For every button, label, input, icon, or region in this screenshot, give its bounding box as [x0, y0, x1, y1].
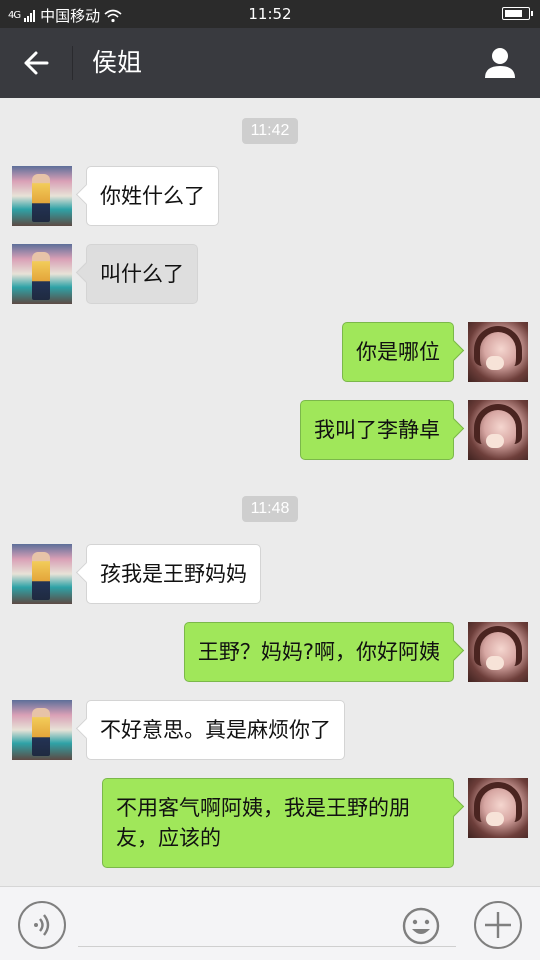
outgoing-message[interactable]: 我叫了李静卓: [300, 400, 454, 460]
outgoing-message[interactable]: 不用客气啊阿姨，我是王野的朋友，应该的: [102, 778, 454, 868]
contact-avatar[interactable]: [12, 700, 72, 760]
plus-icon: [485, 912, 511, 938]
my-avatar[interactable]: [468, 778, 528, 838]
back-button[interactable]: [16, 46, 56, 80]
contact-avatar[interactable]: [12, 244, 72, 304]
my-avatar[interactable]: [468, 400, 528, 460]
chat-info-button[interactable]: [482, 44, 518, 80]
incoming-message[interactable]: 叫什么了: [86, 244, 198, 304]
chat-title: 侯姐: [92, 48, 143, 77]
person-icon: [485, 48, 515, 78]
voice-button[interactable]: [18, 901, 66, 949]
arrow-left-icon: [24, 51, 49, 75]
my-avatar[interactable]: [468, 622, 528, 682]
contact-avatar[interactable]: [12, 166, 72, 226]
emoji-button[interactable]: [402, 907, 440, 945]
chat-header: 侯姐: [0, 28, 540, 98]
smiley-icon: [402, 907, 440, 945]
message-list[interactable]: 11:42 你姓什么了 叫什么了 你是哪位 我叫了李静卓 11:48 孩我是王野…: [0, 98, 540, 886]
voice-icon: [34, 914, 50, 936]
status-time: 11:52: [248, 5, 292, 23]
contact-avatar[interactable]: [12, 544, 72, 604]
outgoing-message[interactable]: 王野？妈妈?啊，你好阿姨: [183, 622, 454, 682]
input-bar: [0, 886, 540, 960]
header-divider: [72, 46, 73, 80]
incoming-message[interactable]: 不好意思。真是麻烦你了: [86, 700, 345, 760]
timestamp: 11:42: [0, 118, 540, 144]
timestamp: 11:48: [0, 496, 540, 522]
incoming-message[interactable]: 你姓什么了: [86, 166, 219, 226]
outgoing-message[interactable]: 你是哪位: [342, 322, 454, 382]
status-bar: 4G 中国移动 11:52: [0, 0, 540, 28]
incoming-message[interactable]: 孩我是王野妈妈: [86, 544, 261, 604]
more-button[interactable]: [474, 901, 522, 949]
message-input[interactable]: [78, 901, 456, 947]
battery-icon: [502, 7, 533, 20]
my-avatar[interactable]: [468, 322, 528, 382]
